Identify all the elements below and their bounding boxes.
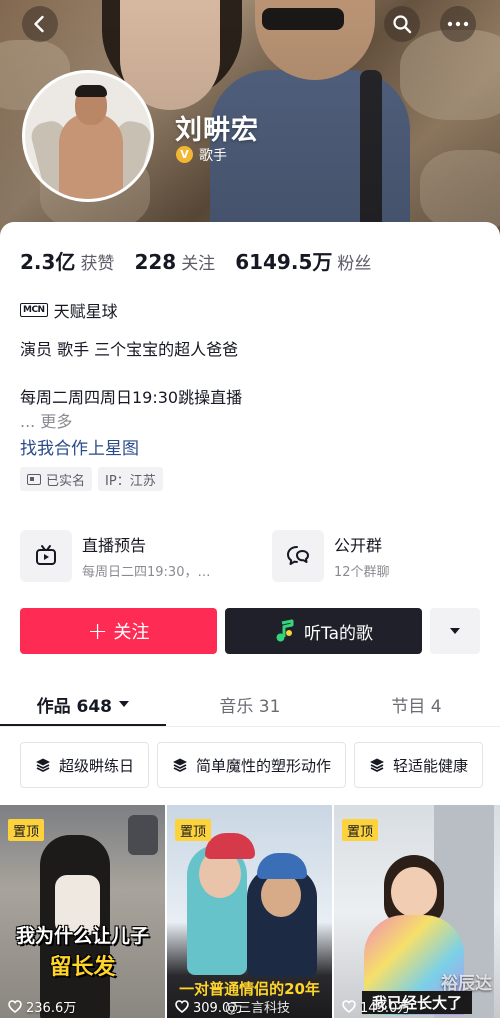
tag-label: 已实名: [46, 473, 86, 489]
music-note-icon: [276, 619, 294, 642]
bio-line-2: 每周二周四周日19:30跳操直播: [20, 388, 243, 407]
back-button[interactable]: [22, 6, 58, 42]
chevron-left-icon: [34, 15, 44, 33]
heart-icon: [8, 1000, 22, 1013]
heart-icon: [342, 1000, 356, 1013]
chip-label: 简单魔性的塑形动作: [196, 756, 332, 775]
tag-label: IP：江苏: [105, 473, 156, 489]
search-button[interactable]: [384, 6, 420, 42]
listen-label: 听Ta的歌: [304, 623, 373, 644]
plus-icon: +: [87, 617, 108, 645]
expand-dropdown-button[interactable]: [430, 608, 480, 654]
tab-shows[interactable]: 节目 4: [333, 682, 500, 726]
video-thumbnail[interactable]: 置顶 我已经长大了 145.0万 裕辰达: [334, 805, 500, 1018]
likes-count: 236.6万: [26, 1001, 77, 1016]
video-caption-highlight: 留长发: [49, 955, 116, 980]
video-thumbnail[interactable]: 置顶 一对普通情侣的20年 309.0万 @三言科技: [167, 805, 332, 1018]
avatar[interactable]: [22, 70, 154, 202]
watermark: 裕辰达: [441, 974, 492, 994]
avatar-body: [59, 113, 123, 199]
chip-label: 超级畊练日: [59, 756, 135, 775]
thumb-motorbike: [128, 815, 158, 855]
follow-label: 关注: [113, 622, 150, 643]
video-caption: 我为什么让儿子: [15, 925, 149, 947]
bio-line-1: 演员 歌手 三个宝宝的超人爸爸: [20, 340, 239, 359]
follow-button[interactable]: + 关注: [20, 608, 217, 654]
pinned-badge: 置顶: [175, 819, 212, 841]
video-likes: 236.6万: [8, 997, 76, 1016]
likes-count: 145.0万: [360, 1001, 411, 1016]
tag-verified: 已实名: [20, 467, 93, 491]
collection-chip[interactable]: 超级畊练日: [20, 742, 150, 788]
video-thumbnail[interactable]: 置顶 我为什么让儿子 留长发 236.6万: [0, 805, 165, 1018]
verified-title: 歌手: [199, 148, 227, 164]
tv-icon: [20, 530, 72, 582]
followers-label[interactable]: 粉丝: [337, 249, 371, 274]
profile-card: 2.3亿 获赞 228 关注 6149.5万 粉丝 MCN 天赋星球 演员 歌手…: [0, 222, 500, 1018]
likes-label[interactable]: 获赞: [80, 249, 114, 274]
public-group-entry[interactable]: 公开群 12个群聊: [272, 530, 390, 582]
chip-label: 轻适能健康: [393, 756, 469, 775]
verified-badge-icon: V: [176, 146, 193, 163]
caret-down-icon: [119, 701, 129, 707]
pinned-badge: 置顶: [8, 819, 45, 841]
star-map-link[interactable]: 找我合作上星图: [20, 434, 139, 459]
heart-icon: [175, 1000, 189, 1013]
likes-count[interactable]: 2.3亿: [20, 246, 75, 275]
profile-name: 刘畊宏: [175, 115, 259, 146]
tag-ip: IP：江苏: [98, 467, 163, 491]
live-preview-entry[interactable]: 直播预告 每周日二四19:30，…: [20, 530, 210, 582]
feature-subtitle: 每周日二四19:30，…: [82, 565, 211, 580]
tab-label: 音乐 31: [219, 696, 281, 717]
video-likes: 145.0万: [342, 997, 410, 1016]
watermark: @三言科技: [225, 1001, 291, 1016]
thumb-child-face: [391, 867, 437, 917]
layers-icon: [173, 758, 188, 772]
tab-label: 节目 4: [391, 696, 442, 717]
collection-chips: 超级畊练日 简单魔性的塑形动作 轻适能健康: [20, 742, 484, 788]
caret-down-icon: [450, 628, 460, 634]
mcn-icon: MCN: [20, 303, 48, 317]
thumb-santa-hat: [205, 833, 255, 859]
thumb-person-face: [261, 873, 301, 917]
pinned-badge: 置顶: [342, 819, 379, 841]
layers-icon: [370, 758, 385, 772]
listen-songs-button[interactable]: 听Ta的歌: [225, 608, 422, 654]
mcn-name: 天赋星球: [53, 302, 118, 321]
id-card-icon: [27, 473, 41, 485]
tab-label: 作品 648: [36, 696, 112, 717]
layers-icon: [36, 758, 50, 772]
video-grid: 置顶 我为什么让儿子 留长发 236.6万 置顶 一对普通情侣的20年 309.…: [0, 805, 500, 1018]
collection-chip[interactable]: 轻适能健康: [354, 742, 484, 788]
more-dots-icon: [447, 21, 469, 27]
content-tabs: 作品 648 音乐 31 节目 4: [0, 682, 500, 726]
profile-tags: 已实名 IP：江苏: [20, 467, 163, 491]
feature-title: 公开群: [334, 536, 383, 555]
thumb-beanie: [257, 853, 307, 879]
collection-chip[interactable]: 简单魔性的塑形动作: [157, 742, 347, 788]
more-options-button[interactable]: [440, 6, 476, 42]
tab-divider: [0, 726, 500, 727]
stats-row: 2.3亿 获赞 228 关注 6149.5万 粉丝: [20, 246, 391, 275]
tab-works[interactable]: 作品 648: [0, 682, 167, 726]
video-caption: 一对普通情侣的20年: [179, 980, 320, 998]
feature-subtitle: 12个群聊: [334, 565, 390, 580]
following-label[interactable]: 关注: [181, 249, 215, 274]
feature-title: 直播预告: [82, 536, 147, 555]
mcn-row[interactable]: MCN 天赋星球: [20, 298, 118, 322]
search-icon: [393, 15, 412, 34]
bio-more-link[interactable]: ... 更多: [20, 408, 72, 432]
tab-music[interactable]: 音乐 31: [167, 682, 334, 726]
following-count[interactable]: 228: [134, 250, 176, 274]
followers-count[interactable]: 6149.5万: [235, 246, 332, 275]
chat-icon: [272, 530, 324, 582]
avatar-hair: [75, 85, 107, 97]
